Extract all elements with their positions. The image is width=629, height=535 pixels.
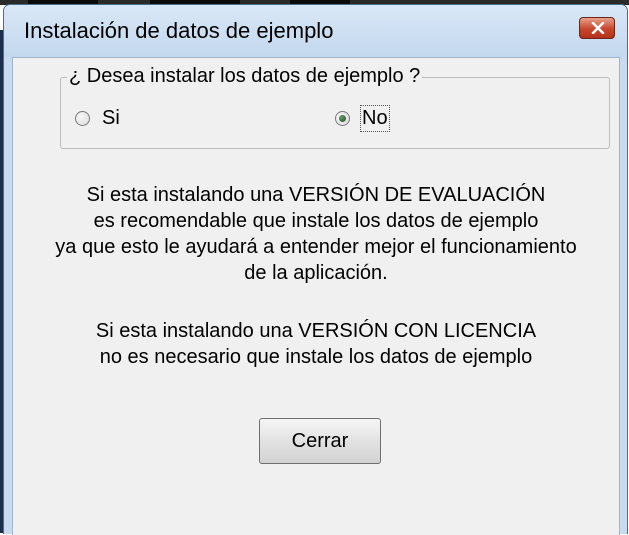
evaluation-message: Si esta instalando una VERSIÓN DE EVALUA… — [13, 182, 619, 286]
radio-si-label[interactable]: Si — [102, 107, 120, 130]
radio-selected-dot — [339, 114, 346, 122]
evaluation-line-3: ya que esto le ayudará a entender mejor … — [55, 236, 577, 258]
evaluation-line-1: Si esta instalando una VERSIÓN DE EVALUA… — [86, 184, 546, 206]
close-button[interactable] — [579, 17, 615, 39]
window-title: Instalación de datos de ejemplo — [24, 18, 334, 43]
dialog-body: ¿ Desea instalar los datos de ejemplo ? … — [12, 57, 620, 535]
cerrar-button[interactable]: Cerrar — [259, 418, 381, 464]
license-line-1: Si esta instalando una VERSIÓN CON LICEN… — [95, 320, 537, 342]
radio-si[interactable]: Si — [75, 105, 120, 131]
license-message: Si esta instalando una VERSIÓN CON LICEN… — [13, 318, 619, 370]
title-bar[interactable]: Instalación de datos de ejemplo — [4, 5, 627, 57]
radio-no-circle[interactable] — [335, 110, 350, 126]
radio-no-label[interactable]: No — [360, 104, 390, 132]
license-line-2: no es necesario que instale los datos de… — [99, 346, 533, 368]
radio-si-circle[interactable] — [75, 110, 90, 126]
radio-no[interactable]: No — [335, 104, 390, 132]
evaluation-line-2: es recomendable que instale los datos de… — [93, 210, 539, 232]
evaluation-line-4: de la aplicación. — [244, 262, 388, 284]
dialog-window: Instalación de datos de ejemplo ¿ Desea … — [3, 4, 628, 535]
sample-data-group: ¿ Desea instalar los datos de ejemplo ? … — [60, 65, 610, 149]
group-legend: ¿ Desea instalar los datos de ejemplo ? — [67, 65, 423, 88]
close-icon — [591, 22, 605, 34]
